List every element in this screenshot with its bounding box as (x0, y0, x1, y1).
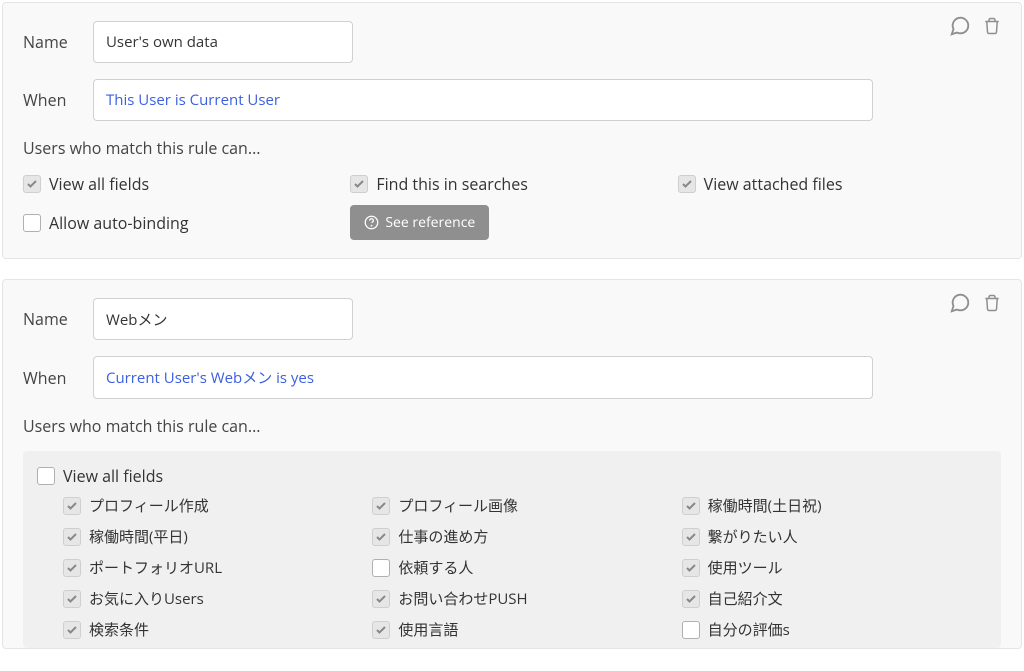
rule-panel: Name When This User is Current User User… (2, 2, 1022, 259)
field-label: 自分の評価s (708, 619, 790, 640)
field-option: 使用ツール (682, 557, 987, 578)
field-checkbox[interactable] (682, 621, 700, 639)
auto-binding-label: Allow auto-binding (49, 212, 189, 234)
view-all-fields-option: View all fields (23, 173, 346, 195)
field-checkbox[interactable] (372, 528, 390, 546)
when-label: When (23, 367, 93, 389)
field-option: 仕事の進め方 (372, 526, 677, 547)
name-input[interactable] (93, 21, 353, 63)
when-row: When This User is Current User (23, 79, 1001, 121)
panel-actions (949, 15, 1001, 37)
see-reference-label: See reference (385, 213, 475, 232)
when-label: When (23, 89, 93, 111)
auto-binding-checkbox[interactable] (23, 214, 41, 232)
view-all-fields-checkbox[interactable] (23, 175, 41, 193)
name-row: Name (23, 298, 1001, 340)
field-checkbox[interactable] (63, 497, 81, 515)
field-label: 稼働時間(土日祝) (708, 495, 822, 516)
find-in-searches-checkbox[interactable] (350, 175, 368, 193)
comment-icon[interactable] (949, 292, 971, 314)
field-checkbox[interactable] (63, 528, 81, 546)
field-checkbox[interactable] (372, 621, 390, 639)
field-label: プロフィール作成 (89, 495, 209, 516)
field-option: 使用言語 (372, 619, 677, 640)
view-attached-label: View attached files (704, 173, 843, 195)
field-option: 繋がりたい人 (682, 526, 987, 547)
field-label: 検索条件 (89, 619, 149, 640)
field-option: 自分の評価s (682, 619, 987, 640)
field-option: 依頼する人 (372, 557, 677, 578)
trash-icon[interactable] (983, 17, 1001, 35)
field-option: 検索条件 (63, 619, 368, 640)
field-label: 仕事の進め方 (398, 526, 488, 547)
name-label: Name (23, 31, 93, 53)
field-label: 繋がりたい人 (708, 526, 798, 547)
name-input[interactable] (93, 298, 353, 340)
view-all-fields-label: View all fields (49, 173, 149, 195)
subtitle: Users who match this rule can... (23, 137, 1001, 159)
field-option: プロフィール作成 (63, 495, 368, 516)
field-checkbox[interactable] (63, 559, 81, 577)
field-option: ポートフォリオURL (63, 557, 368, 578)
field-label: 使用ツール (708, 557, 783, 578)
name-row: Name (23, 21, 1001, 63)
name-label: Name (23, 308, 93, 330)
auto-binding-option: Allow auto-binding (23, 212, 346, 234)
field-checkbox[interactable] (682, 559, 700, 577)
view-all-fields-option: View all fields (37, 465, 987, 487)
view-attached-checkbox[interactable] (678, 175, 696, 193)
when-expression[interactable]: Current User's Webメン is yes (93, 356, 873, 399)
field-checkbox[interactable] (372, 559, 390, 577)
field-checkbox[interactable] (63, 621, 81, 639)
panel-actions (949, 292, 1001, 314)
subtitle: Users who match this rule can... (23, 415, 1001, 437)
field-label: 依頼する人 (398, 557, 473, 578)
find-in-searches-label: Find this in searches (376, 173, 528, 195)
field-grid: プロフィール作成 プロフィール画像 稼働時間(土日祝) 稼働時間(平日) 仕事の進め方 繋… (63, 495, 987, 640)
comment-icon[interactable] (949, 15, 971, 37)
when-row: When Current User's Webメン is yes (23, 356, 1001, 399)
when-expression[interactable]: This User is Current User (93, 79, 873, 121)
field-checkbox[interactable] (372, 497, 390, 515)
find-in-searches-option: Find this in searches (350, 173, 673, 195)
field-checkbox[interactable] (682, 497, 700, 515)
view-all-fields-checkbox[interactable] (37, 467, 55, 485)
field-label: 使用言語 (398, 619, 458, 640)
field-label: 稼働時間(平日) (89, 526, 188, 547)
permissions-grid: View all fields Find this in searches Vi… (23, 173, 1001, 240)
view-attached-option: View attached files (678, 173, 1001, 195)
fields-box: View all fields プロフィール作成 プロフィール画像 稼働時間(土日祝… (23, 451, 1001, 648)
field-option: 稼働時間(平日) (63, 526, 368, 547)
view-all-fields-label: View all fields (63, 465, 163, 487)
field-label: ポートフォリオURL (89, 557, 222, 578)
field-option: プロフィール画像 (372, 495, 677, 516)
reference-cell: See reference (350, 205, 673, 240)
rule-panel: Name When Current User's Webメン is yes Us… (2, 279, 1022, 649)
see-reference-button[interactable]: See reference (350, 205, 489, 240)
field-option: 稼働時間(土日祝) (682, 495, 987, 516)
trash-icon[interactable] (983, 294, 1001, 312)
field-label: プロフィール画像 (398, 495, 518, 516)
field-checkbox[interactable] (682, 528, 700, 546)
